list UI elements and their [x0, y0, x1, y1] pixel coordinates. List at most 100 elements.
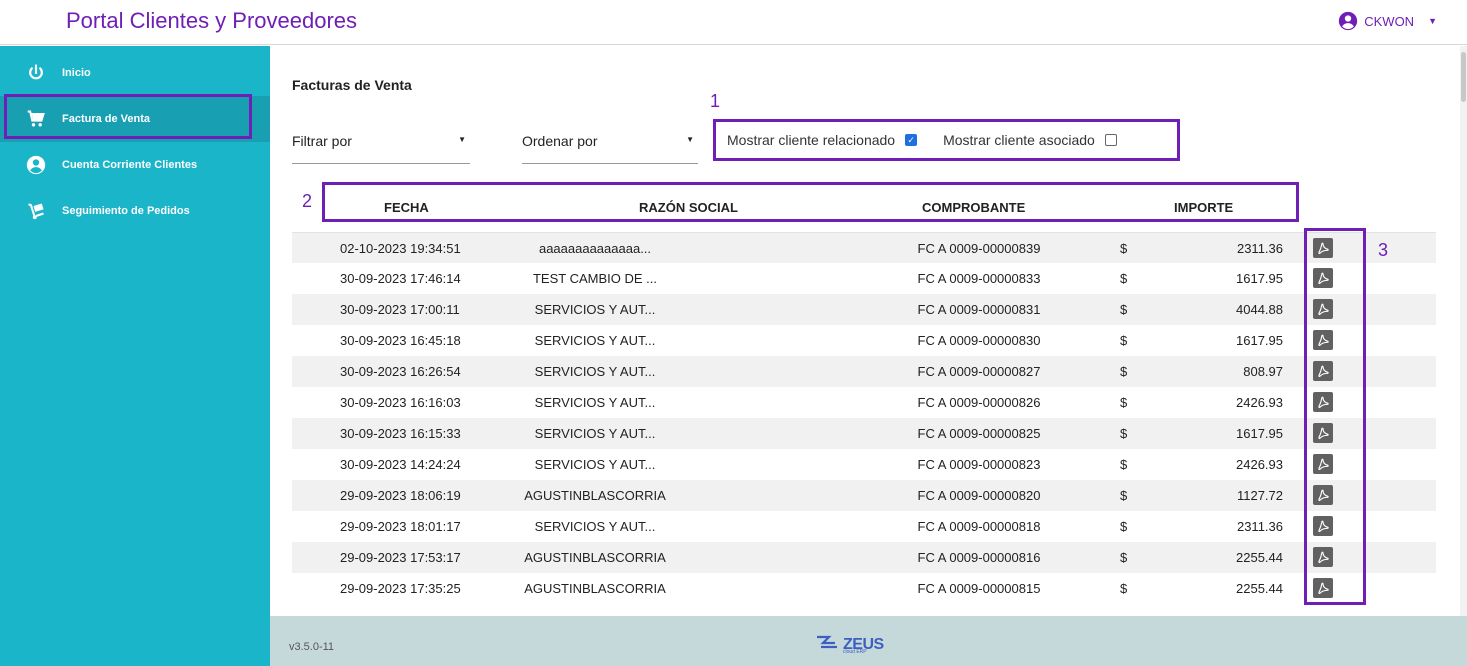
- annotation-number-3: 3: [1378, 240, 1389, 260]
- vertical-scrollbar[interactable]: [1460, 46, 1467, 616]
- cell-importe: 1617.95: [1236, 426, 1283, 441]
- cell-fecha: 30-09-2023 16:15:33: [340, 426, 461, 441]
- cell-currency: $: [1120, 271, 1128, 286]
- cell-comprobante: FC A 0009-00000826: [917, 395, 1041, 410]
- cell-currency: $: [1120, 581, 1128, 596]
- cell-currency: $: [1120, 426, 1128, 441]
- show-associated-client-checkbox[interactable]: Mostrar cliente asociado: [943, 132, 1117, 148]
- cell-comprobante: FC A 0009-00000839: [917, 241, 1041, 256]
- checkbox-checked-icon[interactable]: ✓: [905, 134, 918, 146]
- cell-razon-social: SERVICIOS Y AUT...: [534, 519, 656, 534]
- filter-select[interactable]: Filtrar por ▼: [292, 130, 470, 164]
- cell-importe: 1617.95: [1236, 271, 1283, 286]
- cell-razon-social: SERVICIOS Y AUT...: [534, 302, 656, 317]
- cell-importe: 1127.72: [1236, 488, 1283, 503]
- cell-razon-social: aaaaaaaaaaaaaa...: [538, 241, 652, 256]
- cell-currency: $: [1120, 457, 1128, 472]
- cell-currency: $: [1120, 488, 1128, 503]
- cell-fecha: 30-09-2023 16:45:18: [340, 333, 461, 348]
- client-checkboxes: Mostrar cliente relacionado ✓ Mostrar cl…: [713, 119, 1180, 161]
- triangle-down-icon: ▼: [458, 135, 466, 144]
- cell-comprobante: FC A 0009-00000823: [917, 457, 1041, 472]
- table-row[interactable]: 30-09-2023 16:15:33 SERVICIOS Y AUT... FC …: [292, 418, 1436, 449]
- column-header-importe[interactable]: IMPORTE: [1174, 200, 1233, 215]
- sidebar: Inicio Factura de Venta Cuenta Corriente…: [0, 46, 270, 666]
- cell-comprobante: FC A 0009-00000827: [917, 364, 1041, 379]
- cell-currency: $: [1120, 302, 1128, 317]
- cell-comprobante: FC A 0009-00000820: [917, 488, 1041, 503]
- cell-comprobante: FC A 0009-00000831: [917, 302, 1041, 317]
- cell-razon-social: AGUSTINBLASCORRIA: [524, 550, 666, 565]
- cell-razon-social: SERVICIOS Y AUT...: [534, 364, 656, 379]
- cell-importe: 2426.93: [1236, 457, 1283, 472]
- table-row[interactable]: 30-09-2023 17:00:11 SERVICIOS Y AUT... FC …: [292, 294, 1436, 325]
- cell-razon-social: SERVICIOS Y AUT...: [534, 395, 656, 410]
- cell-comprobante: FC A 0009-00000830: [917, 333, 1041, 348]
- column-header-fecha[interactable]: FECHA: [384, 200, 429, 215]
- table-row[interactable]: 30-09-2023 16:26:54 SERVICIOS Y AUT... FC …: [292, 356, 1436, 387]
- sidebar-item-seguimiento[interactable]: Seguimiento de Pedidos: [0, 188, 270, 234]
- sidebar-item-cuenta-corriente[interactable]: Cuenta Corriente Clientes: [0, 142, 270, 188]
- cell-importe: 808.97: [1243, 364, 1283, 379]
- table-row[interactable]: 30-09-2023 16:16:03 SERVICIOS Y AUT... FC …: [292, 387, 1436, 418]
- scrollbar-thumb[interactable]: [1461, 52, 1466, 102]
- cell-currency: $: [1120, 364, 1128, 379]
- cell-razon-social: SERVICIOS Y AUT...: [534, 457, 656, 472]
- table-row[interactable]: 02-10-2023 19:34:51 aaaaaaaaaaaaaa... FC A…: [292, 232, 1436, 263]
- caret-down-icon: ▼: [1428, 16, 1437, 26]
- checkbox-unchecked-icon[interactable]: [1104, 134, 1117, 146]
- show-related-client-checkbox[interactable]: Mostrar cliente relacionado ✓: [727, 132, 918, 148]
- cell-comprobante: FC A 0009-00000816: [917, 550, 1041, 565]
- table-row[interactable]: 30-09-2023 14:24:24 SERVICIOS Y AUT... FC …: [292, 449, 1436, 480]
- cell-fecha: 29-09-2023 18:06:19: [340, 488, 461, 503]
- sidebar-item-inicio[interactable]: Inicio: [0, 50, 270, 96]
- cell-fecha: 30-09-2023 17:00:11: [340, 302, 460, 317]
- cell-importe: 4044.88: [1236, 302, 1283, 317]
- annotation-box-sidebar: [4, 94, 252, 139]
- app-title: Portal Clientes y Proveedores: [66, 8, 358, 33]
- page-title: Facturas de Venta: [292, 77, 412, 93]
- table-row[interactable]: 29-09-2023 17:35:25 AGUSTINBLASCORRIA FC A…: [292, 573, 1436, 604]
- account-circle-icon: [1338, 11, 1358, 31]
- cell-fecha: 30-09-2023 14:24:24: [340, 457, 461, 472]
- column-header-razon-social[interactable]: RAZÓN SOCIAL: [639, 200, 738, 215]
- cell-importe: 2255.44: [1236, 550, 1283, 565]
- invoice-table: 02-10-2023 19:34:51 aaaaaaaaaaaaaa... FC A…: [292, 232, 1436, 604]
- cell-importe: 2311.36: [1236, 519, 1283, 534]
- user-menu[interactable]: CKWON ▼: [1338, 11, 1437, 31]
- sort-select[interactable]: Ordenar por ▼: [522, 130, 698, 164]
- cell-fecha: 30-09-2023 17:46:14: [340, 271, 461, 286]
- cell-fecha: 29-09-2023 17:35:25: [340, 581, 461, 596]
- zeus-logo: ZEUS cloud ERP: [815, 633, 884, 656]
- filter-select-label: Filtrar por: [292, 133, 352, 149]
- cell-comprobante: FC A 0009-00000833: [917, 271, 1041, 286]
- table-row[interactable]: 29-09-2023 17:53:17 AGUSTINBLASCORRIA FC A…: [292, 542, 1436, 573]
- table-row[interactable]: 30-09-2023 17:46:14 TEST CAMBIO DE ... FC …: [292, 263, 1436, 294]
- cell-razon-social: AGUSTINBLASCORRIA: [524, 581, 666, 596]
- version-label: v3.5.0-11: [289, 641, 335, 653]
- cell-razon-social: TEST CAMBIO DE ...: [532, 271, 657, 286]
- cell-fecha: 29-09-2023 17:53:17: [340, 550, 461, 565]
- cell-fecha: 02-10-2023 19:34:51: [340, 241, 461, 256]
- annotation-box-headers: [322, 182, 1299, 222]
- account-circle-icon: [24, 153, 48, 177]
- table-row[interactable]: 29-09-2023 18:01:17 SERVICIOS Y AUT... FC …: [292, 511, 1436, 542]
- cell-currency: $: [1120, 333, 1128, 348]
- cell-fecha: 30-09-2023 16:26:54: [340, 364, 461, 379]
- cell-currency: $: [1120, 550, 1128, 565]
- table-row[interactable]: 29-09-2023 18:06:19 AGUSTINBLASCORRIA FC A…: [292, 480, 1436, 511]
- footer: v3.5.0-11 ZEUS cloud ERP: [270, 616, 1467, 666]
- cell-importe: 2311.36: [1236, 241, 1283, 256]
- power-icon: [24, 61, 48, 85]
- cell-importe: 2255.44: [1236, 581, 1283, 596]
- table-row[interactable]: 30-09-2023 16:45:18 SERVICIOS Y AUT... FC …: [292, 325, 1436, 356]
- annotation-number-1: 1: [710, 91, 721, 111]
- triangle-down-icon: ▼: [686, 135, 694, 144]
- cell-currency: $: [1120, 241, 1128, 256]
- cell-currency: $: [1120, 519, 1128, 534]
- top-bar: Portal Clientes y Proveedores CKWON ▼: [0, 0, 1467, 45]
- cell-importe: 2426.93: [1236, 395, 1283, 410]
- annotation-box-pdf-column: [1304, 228, 1366, 605]
- column-header-comprobante[interactable]: COMPROBANTE: [922, 200, 1025, 215]
- sort-select-label: Ordenar por: [522, 133, 598, 149]
